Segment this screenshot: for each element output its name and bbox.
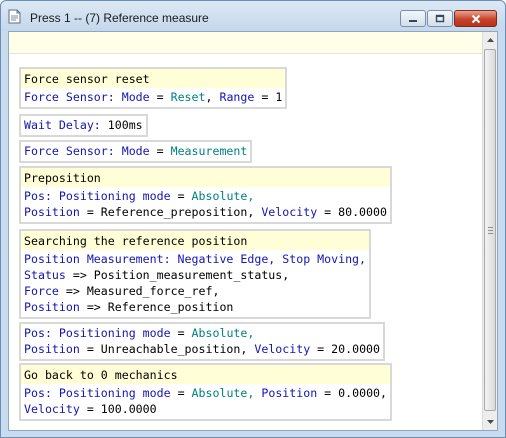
maximize-button[interactable] [427,10,453,27]
force-sensor-measurement-block[interactable]: Force Sensor: Mode = Measurement [19,140,253,163]
code-line: Force Sensor: Mode = Measurement [24,143,247,159]
go-back-zero-block[interactable]: Go back to 0 mechanics Pos: Positioning m… [19,363,393,421]
preposition-block[interactable]: Preposition Pos: Positioning mode = Absol… [19,166,392,224]
keyword-token: Pos: Positioning mode [24,326,171,340]
keyword-token: Range [219,90,255,104]
code-line: Pos: Positioning mode = Absolute, [24,325,380,341]
block-body: Wait Delay: 100ms [21,116,146,135]
maximize-icon [435,14,445,23]
unreachable-position-block[interactable]: Pos: Positioning mode = Absolute, Positio… [19,322,386,361]
text-token: = [170,386,192,400]
keyword-token: Force Sensor: Mode [24,90,150,104]
keyword-token: Pos: Positioning mode [24,386,171,400]
minimize-button[interactable] [400,10,426,27]
code-line: Status => Position_measurement_status, [24,267,366,283]
arrow-down-icon [486,420,494,424]
text-token: => Measured_force_ref, [58,284,220,298]
program-view[interactable]: Force sensor reset Force Sensor: Mode = R… [8,31,498,431]
keyword-token: Position Measurement: Negative Edge, Sto… [24,252,367,266]
keyword-token: Velocity [254,342,311,356]
text-token: = 0.0000, [317,386,388,400]
keyword-token: Position [24,300,80,314]
keyword-token: Position [24,205,80,219]
code-line: Force => Measured_force_ref, [24,283,366,299]
keyword-token: Force [24,284,59,298]
code-line: Wait Delay: 100ms [24,117,143,133]
text-token: = 1 [254,90,283,104]
vertical-scrollbar[interactable] [482,32,497,430]
document-icon [8,9,21,24]
block-header: Searching the reference position [21,231,370,250]
title-bar[interactable]: Press 1 -- (7) Reference measure [1,1,505,31]
text-token: 100ms [100,118,143,132]
keyword-token: Wait Delay: [24,118,101,132]
value-token: Absolute, [191,326,255,340]
code-line: Position = Unreachable_position, Velocit… [24,341,380,357]
scroll-grip [488,227,493,234]
scroll-thumb[interactable] [484,49,496,411]
text-token: = [149,144,171,158]
text-token: = 80.0000 [317,205,387,219]
text-token: , [205,90,220,104]
block-body: Position Measurement: Negative Edge, Sto… [21,250,369,317]
value-token: Absolute, [191,386,255,400]
text-token: = [170,326,192,340]
window-controls [399,10,497,27]
search-reference-block[interactable]: Searching the reference position Position… [19,229,372,319]
block-header: Force sensor reset [21,69,286,88]
text-token: = [149,90,171,104]
editor-window: Press 1 -- (7) Reference measure Force s… [0,0,506,438]
minimize-icon [409,19,417,22]
keyword-token: Position [24,342,80,356]
block-body: Pos: Positioning mode = Absolute, Positio… [21,187,390,222]
close-button[interactable] [454,10,497,27]
keyword-token: Position [261,386,318,400]
window-title: Press 1 -- (7) Reference measure [30,11,209,25]
block-body: Pos: Positioning mode = Absolute, Positio… [21,324,383,359]
keyword-token: Force Sensor: Mode [24,144,150,158]
scroll-down-button[interactable] [483,414,497,430]
code-line: Position => Reference_position [24,299,366,315]
value-token: Absolute, [191,189,255,203]
text-token: => Reference_position [79,300,234,314]
block-body: Force Sensor: Mode = Measurement [21,142,250,161]
sequence-header-strip [9,32,483,54]
code-line: Position Measurement: Negative Edge, Sto… [24,251,366,267]
block-header: Preposition [21,168,390,187]
keyword-token: Velocity [24,402,80,416]
wait-delay-block[interactable]: Wait Delay: 100ms [19,114,148,137]
value-token: Reset [170,90,206,104]
code-line: Pos: Positioning mode = Absolute, [24,188,387,204]
code-line: Pos: Positioning mode = Absolute, Positi… [24,385,387,401]
scroll-up-button[interactable] [483,32,497,48]
text-token: = Unreachable_position, [79,342,255,356]
keyword-token: Status [24,268,66,282]
code-line: Position = Reference_preposition, Veloci… [24,204,387,220]
keyword-token: Velocity [261,205,318,219]
text-token: = [170,189,192,203]
block-body: Pos: Positioning mode = Absolute, Positi… [21,384,390,419]
block-header: Go back to 0 mechanics [21,365,391,384]
text-token: = Reference_preposition, [79,205,262,219]
block-body: Force Sensor: Mode = Reset, Range = 1 [21,88,285,107]
text-token: = 20.0000 [310,342,381,356]
arrow-up-icon [486,38,494,42]
code-line: Velocity = 100.0000 [24,401,387,417]
value-token: Measurement [170,144,248,158]
code-line: Force Sensor: Mode = Reset, Range = 1 [24,89,282,105]
text-token: = 100.0000 [79,402,157,416]
keyword-token: Pos: Positioning mode [24,189,171,203]
close-icon [471,14,480,23]
force-sensor-reset-block[interactable]: Force sensor reset Force Sensor: Mode = R… [19,67,288,109]
text-token: => Position_measurement_status, [65,268,290,282]
